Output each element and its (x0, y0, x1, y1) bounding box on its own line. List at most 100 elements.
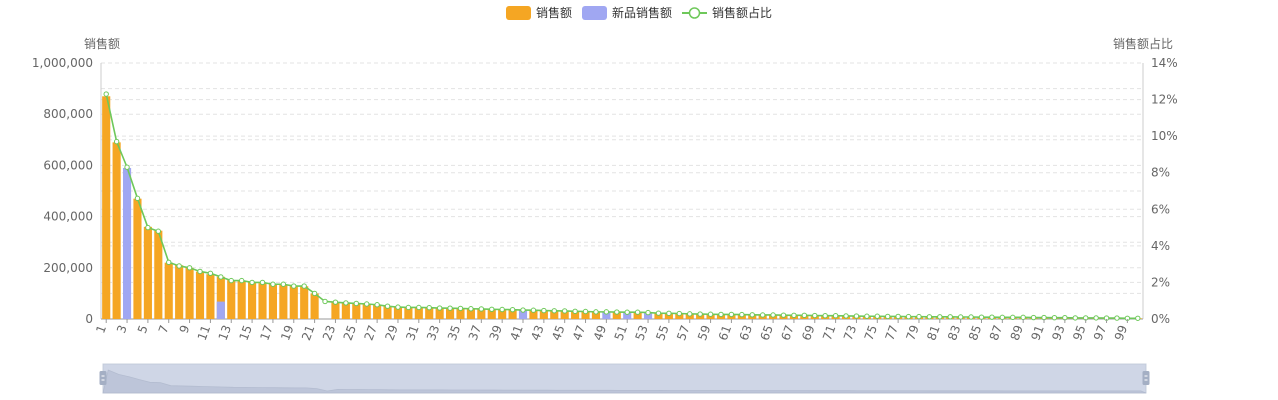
ratio-point[interactable] (645, 309, 651, 316)
ratio-point[interactable] (864, 313, 870, 319)
ratio-point[interactable] (603, 309, 610, 315)
ratio-point[interactable] (780, 312, 787, 318)
ratio-point[interactable] (593, 309, 599, 315)
ratio-point[interactable] (280, 281, 287, 287)
bar-sales[interactable] (154, 230, 163, 319)
ratio-point[interactable] (895, 313, 901, 320)
ratio-point[interactable] (405, 304, 412, 311)
bar-sales[interactable] (279, 284, 288, 319)
bar-sales[interactable] (300, 286, 309, 319)
bar-new-sales[interactable] (122, 167, 132, 319)
legend-item-sales[interactable]: 销售额 (506, 4, 572, 21)
ratio-point[interactable] (155, 228, 162, 234)
datazoom-handle-start[interactable] (99, 371, 107, 385)
ratio-point[interactable] (457, 305, 464, 312)
bar-sales[interactable] (258, 283, 267, 319)
bar-sales[interactable] (102, 96, 111, 319)
ratio-point[interactable] (353, 300, 359, 307)
ratio-point[interactable] (676, 310, 683, 317)
ratio-point[interactable] (770, 312, 776, 318)
ratio-point[interactable] (572, 308, 578, 315)
bar-sales[interactable] (310, 293, 319, 319)
ratio-point[interactable] (259, 279, 266, 286)
ratio-point[interactable] (1093, 315, 1099, 321)
legend-item-ratio[interactable]: 销售额占比 (682, 4, 772, 21)
ratio-point[interactable] (1051, 315, 1058, 321)
ratio-point[interactable] (364, 301, 370, 307)
ratio-point[interactable] (426, 304, 432, 311)
bar-new-sales[interactable] (216, 301, 225, 319)
ratio-point[interactable] (822, 313, 828, 319)
legend-item-new-sales[interactable]: 新品销售额 (582, 4, 672, 21)
ratio-point[interactable] (614, 309, 620, 315)
ratio-point[interactable] (374, 302, 380, 308)
ratio-point[interactable] (1114, 315, 1120, 321)
ratio-point[interactable] (468, 306, 474, 312)
datazoom-handle-end[interactable] (1142, 371, 1150, 385)
ratio-point[interactable] (186, 265, 193, 271)
ratio-point[interactable] (291, 283, 297, 289)
ratio-point[interactable] (957, 314, 964, 320)
ratio-point[interactable] (124, 164, 130, 170)
ratio-point[interactable] (207, 270, 214, 276)
ratio-point[interactable] (655, 310, 662, 316)
ratio-point[interactable] (103, 91, 109, 97)
ratio-point[interactable] (416, 304, 422, 311)
ratio-point[interactable] (1030, 314, 1037, 321)
ratio-point[interactable] (999, 314, 1006, 321)
ratio-point[interactable] (843, 313, 849, 319)
ratio-point[interactable] (530, 307, 537, 313)
ratio-point[interactable] (395, 304, 401, 310)
ratio-point[interactable] (322, 298, 328, 305)
ratio-point[interactable] (916, 313, 922, 320)
ratio-point[interactable] (332, 299, 339, 305)
bar-sales[interactable] (237, 280, 246, 319)
ratio-point[interactable] (718, 311, 724, 318)
datazoom-window[interactable] (103, 364, 1146, 393)
ratio-point[interactable] (384, 303, 391, 309)
ratio-point[interactable] (436, 305, 443, 311)
ratio-point[interactable] (197, 268, 203, 275)
bar-sales[interactable] (133, 198, 142, 319)
ratio-point[interactable] (520, 307, 526, 313)
ratio-point[interactable] (134, 195, 141, 202)
ratio-point[interactable] (926, 314, 933, 320)
ratio-point[interactable] (801, 312, 808, 319)
ratio-point[interactable] (749, 312, 755, 318)
ratio-point[interactable] (947, 314, 953, 320)
ratio-point[interactable] (728, 311, 735, 318)
bar-sales[interactable] (143, 226, 152, 319)
ratio-point[interactable] (343, 300, 349, 306)
bar-sales[interactable] (195, 271, 205, 319)
ratio-point[interactable] (218, 274, 224, 280)
ratio-point[interactable] (270, 281, 276, 287)
ratio-point[interactable] (238, 277, 245, 284)
ratio-point[interactable] (791, 312, 797, 319)
ratio-point[interactable] (1072, 315, 1078, 321)
ratio-point[interactable] (853, 313, 860, 319)
ratio-point[interactable] (1010, 314, 1016, 321)
ratio-point[interactable] (666, 310, 672, 317)
ratio-point[interactable] (759, 312, 766, 318)
ratio-point[interactable] (707, 311, 714, 317)
ratio-point[interactable] (874, 313, 880, 319)
ratio-point[interactable] (166, 259, 172, 266)
ratio-point[interactable] (978, 314, 985, 320)
ratio-point[interactable] (624, 309, 630, 315)
bar-sales[interactable] (227, 280, 236, 319)
bar-sales[interactable] (164, 262, 173, 319)
ratio-point[interactable] (478, 306, 485, 312)
ratio-point[interactable] (311, 290, 318, 297)
ratio-point[interactable] (551, 308, 557, 314)
ratio-point[interactable] (561, 308, 568, 314)
ratio-point[interactable] (989, 314, 995, 320)
bar-sales[interactable] (185, 267, 194, 319)
ratio-point[interactable] (968, 314, 974, 320)
ratio-point[interactable] (634, 309, 641, 315)
bar-sales[interactable] (289, 285, 298, 319)
ratio-point[interactable] (249, 279, 255, 286)
ratio-point[interactable] (687, 311, 693, 317)
ratio-point[interactable] (697, 311, 703, 317)
ratio-point[interactable] (937, 314, 943, 320)
bar-sales[interactable] (248, 281, 257, 319)
